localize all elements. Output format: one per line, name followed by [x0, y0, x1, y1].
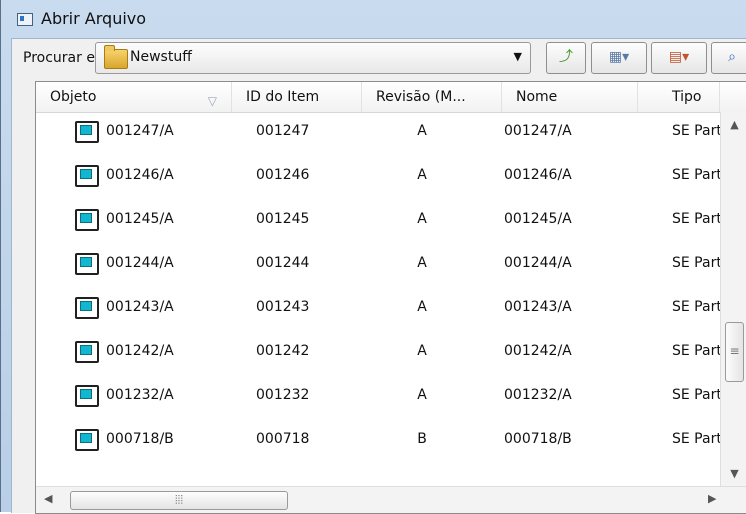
row-objeto: 001242/A — [106, 343, 174, 359]
list-row[interactable]: 001242/A 001242 A 001242/A SE Part — [36, 333, 722, 373]
list-header: Objeto ▽ ID do Item Revisão (M... Nome T… — [36, 82, 746, 113]
column-header-id[interactable]: ID do Item — [232, 82, 362, 112]
row-id: 001246 — [256, 167, 310, 183]
folder-icon — [104, 45, 128, 69]
row-id: 001244 — [256, 255, 310, 271]
row-tipo: SE Part — [672, 343, 722, 359]
row-id: 001245 — [256, 211, 310, 227]
part-file-icon — [75, 385, 99, 407]
row-tipo: SE Part — [672, 123, 722, 139]
sort-menu-icon: ▤▾ — [668, 49, 690, 65]
list-row[interactable]: 001246/A 001246 A 001246/A SE Part — [36, 157, 722, 197]
column-header-objeto[interactable]: Objeto ▽ — [36, 82, 232, 112]
row-revisao: A — [417, 211, 427, 227]
search-icon: ⌕ — [728, 49, 736, 65]
row-revisao: A — [417, 123, 427, 139]
column-header-nome[interactable]: Nome — [502, 82, 638, 112]
scroll-left-icon[interactable]: ◀ — [44, 492, 52, 505]
row-nome: 001242/A — [504, 343, 572, 359]
part-file-icon — [75, 209, 99, 231]
row-tipo: SE Part — [672, 387, 722, 403]
part-file-icon — [75, 253, 99, 275]
list-row[interactable]: 001232/A 001232 A 001232/A SE Part — [36, 377, 722, 417]
horizontal-scrollbar[interactable]: ◀ ⦙⦙⦙ ▶ — [36, 486, 746, 513]
list-rows: 001247/A 001247 A 001247/A SE Part 00124… — [36, 113, 722, 469]
column-header-label: Tipo — [672, 89, 702, 105]
title-bar[interactable]: Abrir Arquivo — [1, 0, 746, 38]
row-nome: 001245/A — [504, 211, 572, 227]
row-objeto: 001246/A — [106, 167, 174, 183]
up-folder-button[interactable]: ⤴ — [546, 42, 586, 74]
row-revisao: A — [417, 299, 427, 315]
row-id: 001247 — [256, 123, 310, 139]
view-menu-button[interactable]: ▦▾ — [591, 42, 647, 74]
list-row[interactable]: 000718/B 000718 B 000718/B SE Part — [36, 421, 722, 461]
part-file-icon — [75, 341, 99, 363]
row-objeto: 001244/A — [106, 255, 174, 271]
row-objeto: 001232/A — [106, 387, 174, 403]
file-list[interactable]: Objeto ▽ ID do Item Revisão (M... Nome T… — [35, 81, 746, 514]
row-revisao: B — [417, 431, 427, 447]
list-row[interactable]: 001244/A 001244 A 001244/A SE Part — [36, 245, 722, 285]
row-id: 001243 — [256, 299, 310, 315]
part-file-icon — [75, 165, 99, 187]
row-id: 001232 — [256, 387, 310, 403]
row-nome: 001243/A — [504, 299, 572, 315]
row-id: 000718 — [256, 431, 310, 447]
row-tipo: SE Part — [672, 255, 722, 271]
row-revisao: A — [417, 387, 427, 403]
vertical-scroll-thumb[interactable]: ≡ — [725, 322, 744, 382]
column-header-label: Nome — [516, 89, 558, 105]
list-row[interactable]: 001245/A 001245 A 001245/A SE Part — [36, 201, 722, 241]
row-objeto: 001247/A — [106, 123, 174, 139]
list-row[interactable]: 001247/A 001247 A 001247/A SE Part — [36, 113, 722, 153]
vertical-scrollbar[interactable]: ▲ ≡ ▼ — [720, 112, 746, 486]
look-in-dropdown[interactable]: Newstuff ▼ — [95, 42, 531, 74]
column-header-label: ID do Item — [246, 89, 320, 105]
column-header-revisao[interactable]: Revisão (M... — [362, 82, 502, 112]
window-title: Abrir Arquivo — [41, 9, 147, 28]
view-menu-icon: ▦▾ — [608, 49, 630, 65]
row-nome: 001246/A — [504, 167, 572, 183]
part-file-icon — [75, 429, 99, 451]
horizontal-scroll-thumb[interactable]: ⦙⦙⦙ — [70, 491, 288, 510]
row-tipo: SE Part — [672, 299, 722, 315]
row-tipo: SE Part — [672, 211, 722, 227]
part-file-icon — [75, 297, 99, 319]
window-icon — [17, 13, 33, 26]
dialog-window: Abrir Arquivo Procurar em: Newstuff ▼ ⤴ … — [0, 0, 746, 514]
scroll-up-icon[interactable]: ▲ — [721, 118, 746, 131]
row-revisao: A — [417, 343, 427, 359]
row-tipo: SE Part — [672, 167, 722, 183]
search-button[interactable]: ⌕ — [711, 42, 746, 74]
look-in-value: Newstuff — [130, 49, 192, 65]
row-nome: 001232/A — [504, 387, 572, 403]
part-file-icon — [75, 121, 99, 143]
row-objeto: 001243/A — [106, 299, 174, 315]
sort-indicator-icon: ▽ — [207, 94, 217, 108]
row-nome: 000718/B — [504, 431, 572, 447]
scroll-right-icon[interactable]: ▶ — [708, 492, 716, 505]
column-header-label: Revisão (M... — [376, 89, 466, 105]
row-revisao: A — [417, 167, 427, 183]
row-objeto: 000718/B — [106, 431, 174, 447]
column-header-tipo[interactable]: Tipo — [638, 82, 720, 112]
column-header-label: Objeto — [50, 89, 97, 105]
sort-menu-button[interactable]: ▤▾ — [651, 42, 707, 74]
row-revisao: A — [417, 255, 427, 271]
row-tipo: SE Part — [672, 431, 722, 447]
folder-up-icon: ⤴ — [559, 49, 573, 65]
row-nome: 001247/A — [504, 123, 572, 139]
row-nome: 001244/A — [504, 255, 572, 271]
row-objeto: 001245/A — [106, 211, 174, 227]
scroll-down-icon[interactable]: ▼ — [721, 467, 746, 480]
row-id: 001242 — [256, 343, 310, 359]
dropdown-arrow-icon[interactable]: ▼ — [514, 50, 522, 63]
list-row[interactable]: 001243/A 001243 A 001243/A SE Part — [36, 289, 722, 329]
